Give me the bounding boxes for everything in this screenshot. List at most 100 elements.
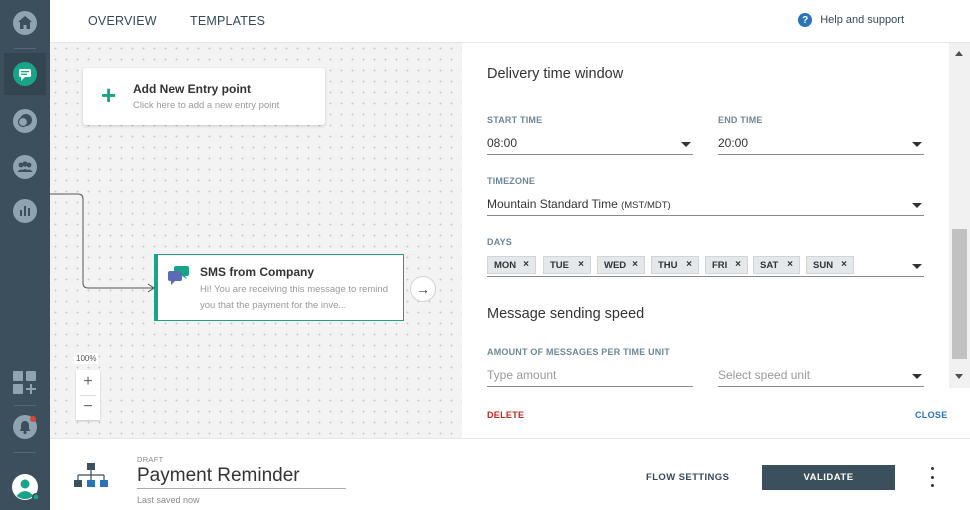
close-icon[interactable]: ×	[787, 259, 793, 270]
validate-button[interactable]: VALIDATE	[762, 465, 895, 490]
day-chip-label: SUN	[813, 260, 834, 271]
close-icon[interactable]: ×	[523, 259, 529, 270]
day-chip-wed[interactable]: WED ×	[597, 256, 645, 274]
scrollbar-thumb[interactable]	[952, 229, 967, 359]
sms-node-title: SMS from Company	[200, 265, 315, 279]
add-next-step-button[interactable]: →	[410, 276, 436, 302]
sms-node-preview: Hi! You are receiving this message to re…	[200, 284, 388, 311]
entry-subtitle: Click here to add a new entry point	[133, 100, 280, 111]
analytics-button[interactable]	[8, 194, 42, 228]
amount-placeholder: Type amount	[487, 368, 557, 382]
sms-chat-icon	[168, 266, 189, 285]
people-icon	[13, 155, 37, 179]
conversations-icon	[13, 109, 37, 133]
flows-button[interactable]	[4, 53, 46, 95]
rail-divider	[14, 452, 36, 453]
close-button[interactable]: CLOSE	[915, 410, 948, 420]
rail-divider	[14, 48, 36, 49]
day-chip-label: WED	[604, 260, 627, 271]
day-chip-sun[interactable]: SUN ×	[806, 256, 854, 274]
close-icon[interactable]: ×	[841, 259, 847, 270]
days-multiselect[interactable]: MON × TUE × WED × THU × FRI × SAT × SUN ×	[487, 256, 924, 277]
day-chip-thu[interactable]: THU ×	[651, 256, 699, 274]
message-sending-speed-title: Message sending speed	[487, 306, 645, 322]
start-time-value: 08:00	[487, 136, 518, 150]
speed-unit-placeholder: Select speed unit	[718, 368, 811, 382]
chevron-down-icon	[912, 374, 922, 379]
home-icon	[13, 11, 37, 35]
last-saved-text: Last saved now	[137, 495, 200, 505]
start-time-label: START TIME	[487, 115, 543, 125]
scroll-up-icon[interactable]	[955, 51, 963, 56]
close-icon[interactable]: ×	[632, 259, 638, 270]
help-and-support-link[interactable]: ? Help and support	[798, 13, 904, 27]
notifications-button[interactable]	[8, 410, 42, 444]
end-time-select[interactable]: 20:00	[718, 131, 924, 155]
delivery-time-window-title: Delivery time window	[487, 66, 624, 82]
start-time-select[interactable]: 08:00	[487, 131, 693, 155]
end-time-label: END TIME	[718, 115, 763, 125]
settings-panel: Delivery time window START TIME 08:00 EN…	[462, 43, 970, 438]
amount-input[interactable]: Type amount	[487, 363, 693, 387]
chevron-down-icon	[912, 142, 922, 147]
flow-tree-icon	[74, 463, 108, 487]
analytics-icon	[13, 199, 37, 223]
timezone-label: TIMEZONE	[487, 176, 536, 186]
zoom-level: 100%	[74, 353, 99, 364]
tab-templates[interactable]: TEMPLATES	[190, 14, 265, 28]
top-bar: OVERVIEW TEMPLATES ? Help and support	[50, 0, 970, 43]
chevron-down-icon	[681, 142, 691, 147]
sms-node-card[interactable]: SMS from Company Hi! You are receiving t…	[154, 254, 404, 321]
close-icon[interactable]: ×	[578, 259, 584, 270]
panel-scrollbar[interactable]	[949, 43, 970, 388]
close-icon[interactable]: ×	[735, 259, 741, 270]
day-chip-tue[interactable]: TUE ×	[543, 256, 591, 274]
day-chip-label: THU	[658, 260, 678, 271]
scroll-down-icon[interactable]	[955, 374, 963, 379]
amount-label: AMOUNT OF MESSAGES PER TIME UNIT	[487, 347, 670, 357]
dot	[930, 475, 934, 479]
zoom-in-button[interactable]: +	[76, 370, 100, 395]
day-chip-fri[interactable]: FRI ×	[705, 256, 748, 274]
end-time-value: 20:00	[718, 136, 749, 150]
arrow-right-icon: →	[416, 281, 430, 297]
entry-title: Add New Entry point	[133, 82, 251, 96]
people-button[interactable]	[8, 150, 42, 184]
conversations-button[interactable]	[8, 104, 42, 138]
more-options-icon[interactable]	[926, 467, 938, 487]
timezone-select[interactable]: Mountain Standard Time (MST/MDT)	[487, 192, 924, 216]
delete-button[interactable]: DELETE	[487, 410, 524, 420]
rail-divider	[14, 405, 36, 406]
help-icon: ?	[798, 13, 813, 27]
timezone-name: Mountain Standard Time	[487, 197, 618, 211]
chevron-down-icon[interactable]	[912, 264, 922, 269]
apps-add-icon	[13, 371, 36, 394]
zoom-out-button[interactable]: −	[76, 395, 100, 420]
notifications-icon	[13, 415, 37, 439]
days-label: DAYS	[487, 237, 512, 247]
day-chip-label: TUE	[550, 260, 569, 271]
timezone-abbrev: (MST/MDT)	[621, 200, 671, 211]
flow-status: DRAFT	[137, 455, 164, 464]
speed-unit-select[interactable]: Select speed unit	[718, 363, 924, 387]
apps-add-button[interactable]	[8, 366, 42, 400]
flows-icon	[13, 62, 37, 86]
dot	[930, 484, 934, 487]
left-rail	[0, 0, 50, 510]
zoom-controls: + −	[76, 370, 100, 420]
plus-icon: +	[101, 80, 117, 110]
tab-overview[interactable]: OVERVIEW	[88, 14, 157, 28]
flow-name-input[interactable]: Payment Reminder	[137, 465, 346, 489]
close-icon[interactable]: ×	[686, 259, 692, 270]
day-chip-label: SAT	[760, 260, 779, 271]
user-avatar[interactable]	[11, 473, 41, 503]
day-chip-sat[interactable]: SAT ×	[753, 256, 800, 274]
add-entry-point-card[interactable]: + Add New Entry point Click here to add …	[83, 68, 325, 125]
home-button[interactable]	[8, 6, 42, 40]
help-label: Help and support	[820, 14, 904, 26]
flow-settings-button[interactable]: FLOW SETTINGS	[646, 472, 729, 483]
day-chip-mon[interactable]: MON ×	[487, 256, 536, 274]
day-chip-label: FRI	[712, 260, 728, 271]
flow-canvas[interactable]: + Add New Entry point Click here to add …	[50, 43, 462, 438]
flow-footer: DRAFT Payment Reminder Last saved now FL…	[50, 438, 970, 510]
